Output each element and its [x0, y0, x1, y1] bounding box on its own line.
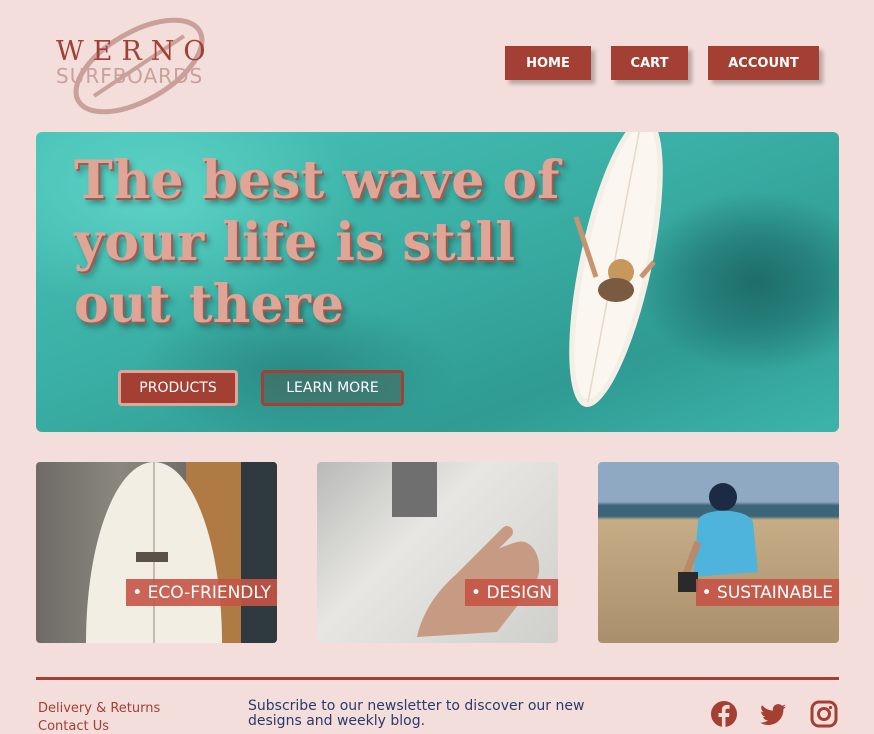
nav-home-button[interactable]: HOME — [505, 46, 591, 80]
beach-cleanup-image — [678, 483, 758, 592]
eco-friendly-label: • ECO-FRIENDLY — [126, 579, 277, 606]
sustainable-label: • SUSTAINABLE — [695, 579, 839, 606]
brand-logo[interactable]: WERNO SURFBOARDS — [56, 14, 226, 115]
eco-friendly-card[interactable]: • ECO-FRIENDLY — [36, 462, 277, 643]
design-card[interactable]: • DESIGN — [317, 462, 558, 643]
hand-shaping-board-image — [392, 462, 540, 637]
footer-divider — [36, 677, 839, 680]
instagram-icon[interactable] — [810, 700, 838, 728]
twitter-icon[interactable] — [759, 700, 787, 728]
design-label: • DESIGN — [465, 579, 558, 606]
hero-banner: The best wave of your life is still out … — [36, 132, 839, 432]
hero-headline: The best wave of your life is still out … — [74, 150, 560, 335]
delivery-returns-link[interactable]: Delivery & Returns — [38, 701, 160, 716]
products-button[interactable]: PRODUCTS — [118, 370, 238, 406]
learn-more-button[interactable]: LEARN MORE — [261, 370, 404, 406]
nav-account-button[interactable]: ACCOUNT — [708, 46, 819, 80]
nav-cart-button[interactable]: CART — [611, 46, 688, 80]
brand-name-top: WERNO — [56, 36, 215, 67]
newsletter-text: Subscribe to our newsletter to discover … — [248, 698, 585, 729]
surfboard-image — [86, 462, 277, 643]
sustainable-card[interactable]: • SUSTAINABLE — [598, 462, 839, 643]
brand-name-bottom: SURFBOARDS — [56, 64, 204, 88]
facebook-icon[interactable] — [710, 700, 738, 728]
